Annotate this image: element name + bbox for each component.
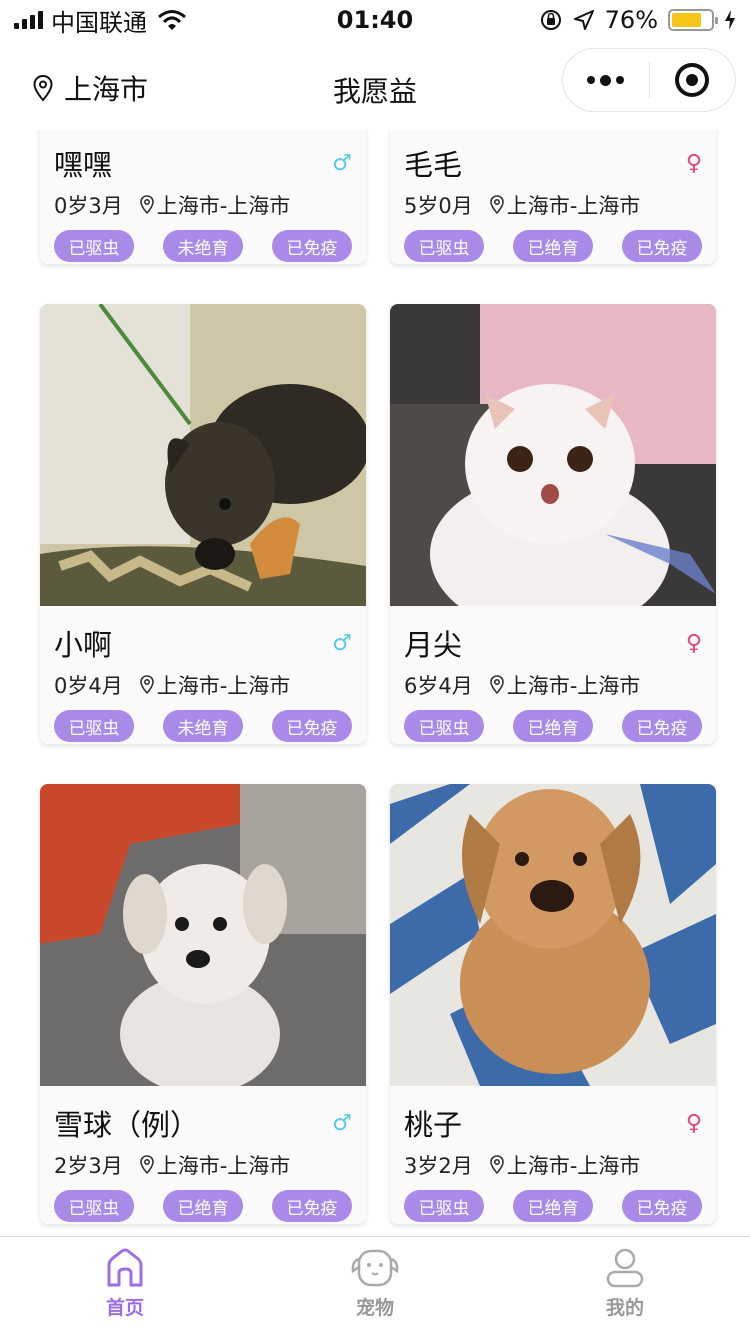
pet-location: 上海市-上海市 (506, 194, 641, 218)
pet-name: 月尖 (404, 628, 463, 662)
tab-label: 我的 (605, 1297, 644, 1319)
pet-location: 上海市-上海市 (156, 194, 291, 218)
tag-neutered: 已绝育 (513, 710, 593, 742)
pet-location: 上海市-上海市 (156, 1154, 291, 1178)
pet-age: 2岁3月 (54, 1154, 123, 1178)
pet-name: 小啊 (54, 628, 113, 662)
male-icon: ♂ (332, 1110, 352, 1136)
tag-neutered: 已绝育 (513, 1190, 593, 1222)
tag-neutered: 未绝育 (163, 230, 243, 262)
tag-vaccinated: 已免疫 (622, 230, 702, 262)
pet-name: 毛毛 (404, 148, 463, 182)
location-arrow-icon (573, 10, 594, 30)
tag-vaccinated: 已免疫 (272, 230, 352, 262)
tab-home[interactable]: 首页 (0, 1237, 250, 1334)
female-icon: ♀ (685, 1110, 702, 1136)
tag-dewormed: 已驱虫 (404, 230, 484, 262)
tag-vaccinated: 已免疫 (622, 710, 702, 742)
home-icon (107, 1248, 143, 1287)
pet-icon (351, 1249, 399, 1287)
tag-neutered: 已绝育 (163, 1190, 243, 1222)
tag-dewormed: 已驱虫 (54, 1190, 134, 1222)
tag-neutered: 已绝育 (513, 230, 593, 262)
pet-photo-labrador (390, 784, 716, 1086)
tag-dewormed: 已驱虫 (404, 1190, 484, 1222)
tag-vaccinated: 已免疫 (622, 1190, 702, 1222)
pet-name: 雪球（例） (54, 1108, 200, 1142)
pet-name: 嘿嘿 (54, 148, 113, 182)
female-icon: ♀ (685, 630, 702, 656)
tag-dewormed: 已驱虫 (54, 710, 134, 742)
tab-label: 首页 (105, 1297, 144, 1319)
tab-bar: 首页 宠物 我的 (0, 1236, 750, 1334)
pet-card[interactable]: 月尖 ♀ 6岁4月 上海市-上海市 已驱虫 已绝育 已免疫 (390, 304, 716, 744)
more-button[interactable] (563, 49, 649, 111)
pet-age: 0岁4月 (54, 674, 123, 698)
pet-location: 上海市-上海市 (156, 674, 291, 698)
tab-label: 宠物 (355, 1297, 394, 1319)
pet-age: 5岁0月 (404, 194, 473, 218)
battery-icon (668, 9, 718, 31)
location-pin-icon (489, 195, 504, 215)
close-miniprogram-button[interactable] (650, 49, 736, 111)
tab-pets[interactable]: 宠物 (250, 1237, 500, 1334)
location-pin-icon (33, 74, 53, 102)
charging-icon (725, 10, 735, 30)
location-pin-icon (139, 195, 154, 215)
tag-dewormed: 已驱虫 (54, 230, 134, 262)
male-icon: ♂ (332, 150, 352, 176)
close-target-icon (675, 63, 710, 97)
miniprogram-capsule (562, 48, 736, 112)
wifi-icon (158, 10, 186, 30)
pet-location: 上海市-上海市 (506, 1154, 641, 1178)
location-pin-icon (139, 1155, 154, 1175)
pet-location: 上海市-上海市 (506, 674, 641, 698)
location-pin-icon (139, 675, 154, 695)
pet-card[interactable]: 雪球（例） ♂ 2岁3月 上海市-上海市 已驱虫 已绝育 已免疫 (40, 784, 366, 1224)
pet-photo-puppy (40, 304, 366, 606)
status-bar: 中国联通 01:40 76% (0, 0, 750, 40)
signal-icon (14, 11, 43, 29)
carrier-name: 中国联通 (51, 8, 147, 37)
tag-vaccinated: 已免疫 (272, 710, 352, 742)
location-pin-icon (489, 675, 504, 695)
tag-vaccinated: 已免疫 (272, 1190, 352, 1222)
tab-profile[interactable]: 我的 (500, 1237, 750, 1334)
female-icon: ♀ (685, 150, 702, 176)
tag-dewormed: 已驱虫 (404, 710, 484, 742)
profile-icon (606, 1248, 644, 1288)
location-selector[interactable]: 上海市 (32, 68, 148, 108)
location-label: 上海市 (64, 73, 149, 106)
battery-percent: 76% (604, 6, 658, 34)
tag-neutered: 未绝育 (163, 710, 243, 742)
rotation-lock-icon (540, 10, 561, 30)
pet-photo-cat (390, 304, 716, 606)
pet-name: 桃子 (404, 1108, 463, 1142)
location-pin-icon (489, 1155, 504, 1175)
pet-age: 6岁4月 (404, 674, 473, 698)
pet-age: 0岁3月 (54, 194, 123, 218)
pet-card[interactable]: 桃子 ♀ 3岁2月 上海市-上海市 已驱虫 已绝育 已免疫 (390, 784, 716, 1224)
pet-card[interactable]: 小啊 ♂ 0岁4月 上海市-上海市 已驱虫 未绝育 已免疫 (40, 304, 366, 744)
nav-bar: 上海市 我愿益 (0, 40, 750, 130)
pet-feed[interactable]: 嘿嘿 ♂ 0岁3月 上海市-上海市 已驱虫 未绝育 已免疫 毛毛 ♀ 5岁0月 (0, 0, 750, 1236)
pet-age: 3岁2月 (404, 1154, 473, 1178)
male-icon: ♂ (332, 630, 352, 656)
more-icon (587, 74, 625, 86)
pet-photo-white-dog (40, 784, 366, 1086)
